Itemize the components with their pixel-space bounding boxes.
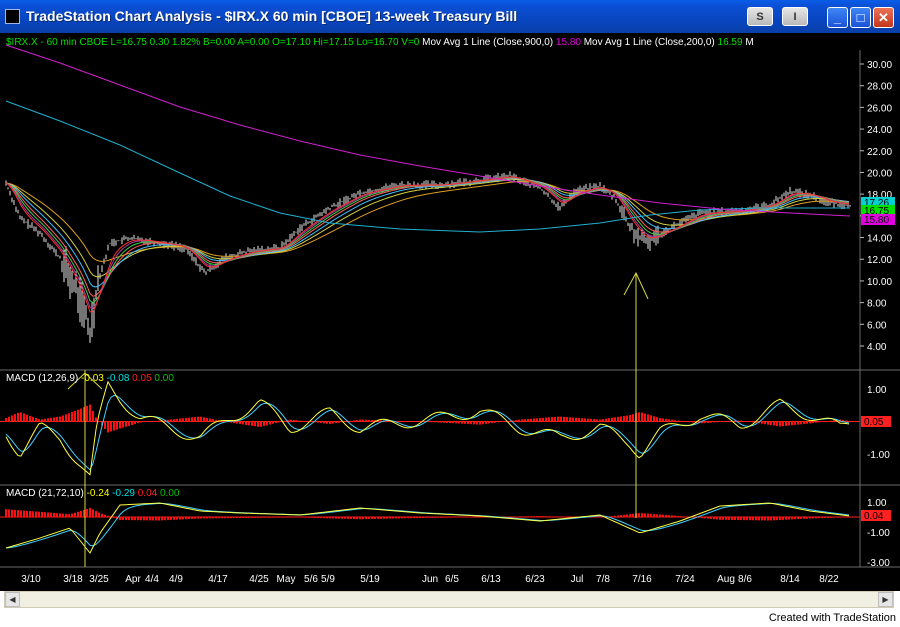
header-seg-5: M <box>743 37 754 48</box>
macd2-val-1: -0.24 <box>87 488 110 499</box>
scroll-right-button[interactable]: ▶ <box>878 592 893 607</box>
macd1-tick-label: -1.00 <box>867 450 890 461</box>
price-tick-label: 28.00 <box>867 82 892 93</box>
title-bar: TradeStation Chart Analysis - $IRX.X 60 … <box>0 0 900 33</box>
date-label: 4/17 <box>208 574 228 585</box>
price-tick-label: 26.00 <box>867 103 892 114</box>
date-label: 4/25 <box>249 574 269 585</box>
date-label: 6/13 <box>481 574 501 585</box>
price-tick-label: 10.00 <box>867 277 892 288</box>
macd1-val-3: 0.05 <box>129 373 152 384</box>
date-label: 7/24 <box>675 574 695 585</box>
macd2-val-0: MACD (21,72,10) <box>6 488 87 499</box>
date-label: 8/6 <box>738 574 752 585</box>
footer-credit: Created with TradeStation <box>768 612 896 624</box>
header-seg-3: Mov Avg 1 Line (Close,200,0) <box>581 37 715 48</box>
scroll-left-button[interactable]: ◀ <box>5 592 20 607</box>
macd2-val-3: 0.04 <box>135 488 158 499</box>
macd1-val-0: MACD (12,26,9) <box>6 373 81 384</box>
maximize-button[interactable]: □ <box>850 7 871 28</box>
date-label: 8/22 <box>819 574 839 585</box>
date-label: 3/18 <box>63 574 83 585</box>
header-seg-4: 16.59 <box>715 37 743 48</box>
macd2-val-4: 0.00 <box>157 488 180 499</box>
price-tick-label: 24.00 <box>867 125 892 136</box>
date-label: 3/10 <box>21 574 41 585</box>
price-tick-label: 20.00 <box>867 168 892 179</box>
date-label: 6/5 <box>445 574 459 585</box>
price-tick-label: 30.00 <box>867 60 892 71</box>
date-label: 8/14 <box>780 574 800 585</box>
macd1-val-2: -0.08 <box>104 373 130 384</box>
date-label: 5/19 <box>360 574 380 585</box>
window-title: TradeStation Chart Analysis - $IRX.X 60 … <box>26 8 518 24</box>
price-label: 15.80 <box>864 215 889 226</box>
date-label: 7/16 <box>632 574 652 585</box>
date-label: 4/9 <box>169 574 183 585</box>
price-tick-label: 6.00 <box>867 320 887 331</box>
horizontal-scrollbar[interactable]: ◀ ▶ <box>4 591 894 608</box>
date-label: 6/23 <box>525 574 545 585</box>
minimize-button[interactable]: _ <box>827 7 848 28</box>
price-tick-label: 8.00 <box>867 299 887 310</box>
macd2-val-2: -0.29 <box>109 488 135 499</box>
macd1-tick-label: 1.00 <box>867 385 887 396</box>
macd1-last-label: 0.05 <box>864 417 884 428</box>
macd1-header: MACD (12,26,9) -0.03 -0.08 0.05 0.00 <box>6 373 174 384</box>
macd2-header: MACD (21,72,10) -0.24 -0.29 0.04 0.00 <box>6 488 180 499</box>
date-label: 5/9 <box>321 574 335 585</box>
date-label: May <box>277 574 296 585</box>
macd1-val-4: 0.00 <box>152 373 175 384</box>
macd1-val-1: -0.03 <box>81 373 104 384</box>
app-icon <box>5 9 20 24</box>
header-seg-1: Mov Avg 1 Line (Close,900,0) <box>419 37 553 48</box>
price-tick-label: 14.00 <box>867 234 892 245</box>
date-label: 7/8 <box>596 574 610 585</box>
close-button[interactable]: ✕ <box>873 7 894 28</box>
chart-area[interactable]: $IRX.X - 60 min CBOE L=16.75 0.30 1.82% … <box>0 33 900 591</box>
date-label: Aug <box>717 574 735 585</box>
date-label: 5/6 <box>304 574 318 585</box>
header-seg-0: $IRX.X - 60 min CBOE L=16.75 0.30 1.82% … <box>6 37 420 48</box>
header-seg-2: 15.80 <box>553 37 581 48</box>
macd2-tick-label: -1.00 <box>867 528 890 539</box>
macd2-tick-label: 1.00 <box>867 498 887 509</box>
date-label: 4/4 <box>145 574 159 585</box>
date-label: Jul <box>571 574 584 585</box>
price-tick-label: 4.00 <box>867 342 887 353</box>
chart-header: $IRX.X - 60 min CBOE L=16.75 0.30 1.82% … <box>6 37 754 48</box>
price-tick-label: 12.00 <box>867 255 892 266</box>
i-button[interactable]: I <box>782 7 808 26</box>
date-label: 3/25 <box>89 574 109 585</box>
s-button[interactable]: S <box>747 7 773 26</box>
price-tick-label: 22.00 <box>867 147 892 158</box>
macd2-tick-label: -3.00 <box>867 558 890 569</box>
date-label: Apr <box>125 574 141 585</box>
date-label: Jun <box>422 574 438 585</box>
price-chart[interactable]: $IRX.X - 60 min CBOE L=16.75 0.30 1.82% … <box>0 33 900 591</box>
macd2-last-label: 0.04 <box>864 511 884 522</box>
